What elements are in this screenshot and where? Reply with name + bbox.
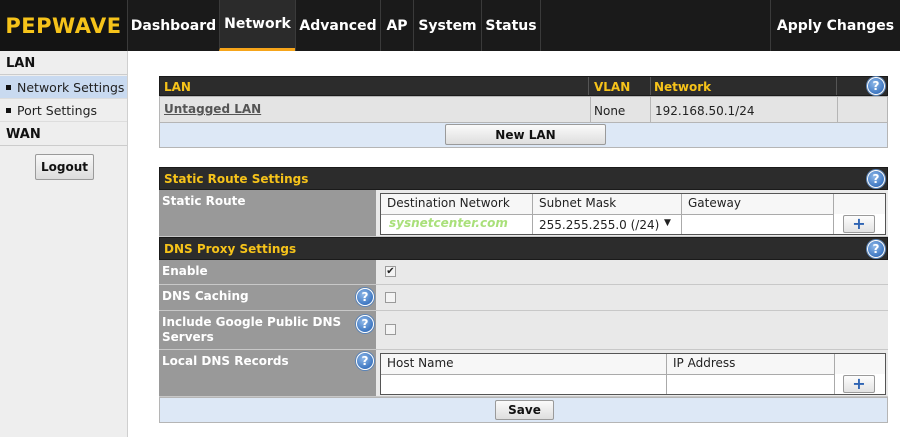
sidebar-heading-lan: LAN [0, 53, 127, 75]
column-header-action [834, 194, 885, 214]
dns-proxy-section-header: DNS Proxy Settings ? [159, 237, 888, 260]
local-dns-label-cell: Local DNS Records ? [159, 350, 376, 397]
help-icon[interactable]: ? [356, 288, 374, 306]
dns-caching-label: DNS Caching [162, 289, 249, 303]
enable-label: Enable [159, 260, 376, 285]
logout-button[interactable]: Logout [35, 154, 94, 180]
help-icon[interactable]: ? [356, 352, 374, 370]
static-route-table: Destination Network Subnet Mask Gateway … [380, 193, 886, 235]
column-header-action [835, 354, 885, 374]
help-icon[interactable]: ? [867, 240, 885, 258]
section-title: Static Route Settings [164, 172, 309, 186]
ip-address-input[interactable] [667, 374, 835, 394]
column-divider [837, 97, 838, 122]
top-navigation-bar: PEPWAVE Dashboard Network Advanced AP Sy… [0, 0, 900, 51]
google-dns-checkbox[interactable] [385, 324, 396, 335]
network-value: 192.168.50.1/24 [655, 104, 755, 118]
pepwave-logo: PEPWAVE [0, 0, 127, 51]
dns-caching-label-cell: DNS Caching ? [159, 285, 376, 311]
bullet-icon [6, 85, 11, 90]
column-divider [650, 97, 651, 122]
dns-caching-value-cell [376, 285, 888, 311]
vlan-value: None [594, 104, 626, 118]
sidebar-item-network-settings[interactable]: Network Settings [0, 76, 127, 99]
column-header-subnet-mask: Subnet Mask [533, 194, 682, 214]
chevron-down-icon: ▼ [664, 218, 671, 228]
enable-checkbox[interactable]: ✔ [385, 266, 396, 277]
watermark-text: sysnetcenter.com [389, 216, 508, 230]
tab-status[interactable]: Status [481, 0, 541, 51]
enable-value-cell: ✔ [376, 260, 888, 285]
subnet-mask-select[interactable]: 255.255.255.0 (/24) ▼ [533, 214, 682, 234]
column-divider [590, 97, 591, 122]
help-icon[interactable]: ? [867, 77, 885, 95]
column-header-gateway: Gateway [682, 194, 834, 214]
column-header-network: Network [654, 80, 712, 94]
save-button[interactable]: Save [495, 400, 554, 420]
lan-table-header: LAN VLAN Network ? [159, 76, 888, 96]
lan-name-link[interactable]: Untagged LAN [164, 102, 261, 116]
dns-caching-checkbox[interactable] [385, 292, 396, 303]
new-lan-button[interactable]: New LAN [445, 124, 606, 145]
column-divider [588, 77, 589, 95]
local-dns-label: Local DNS Records [162, 354, 289, 368]
sidebar-heading-wan[interactable]: WAN [0, 124, 127, 146]
column-header-ip-address: IP Address [667, 354, 835, 374]
help-icon[interactable]: ? [867, 170, 885, 188]
static-route-section-header: Static Route Settings ? [159, 167, 888, 190]
column-divider [836, 77, 837, 95]
add-dns-record-button[interactable]: + [843, 375, 875, 393]
add-route-button[interactable]: + [843, 215, 875, 233]
save-row: Save [159, 397, 888, 423]
table-row: Untagged LAN None 192.168.50.1/24 [159, 96, 888, 123]
tab-ap[interactable]: AP [380, 0, 413, 51]
google-dns-label-cell: Include Google Public DNS Servers ? [159, 311, 376, 350]
google-dns-value-cell [376, 311, 888, 350]
tab-system[interactable]: System [413, 0, 481, 51]
column-divider [650, 77, 651, 95]
column-header-host-name: Host Name [381, 354, 667, 374]
new-lan-row: New LAN [159, 123, 888, 148]
gateway-input[interactable] [682, 214, 834, 234]
bullet-icon [6, 108, 11, 113]
sidebar-item-port-settings[interactable]: Port Settings [0, 99, 127, 122]
local-dns-table: Host Name IP Address + [380, 353, 886, 395]
subnet-mask-value: 255.255.255.0 (/24) [539, 218, 660, 232]
column-header-lan: LAN [164, 80, 191, 94]
column-header-vlan: VLAN [594, 80, 631, 94]
tab-dashboard[interactable]: Dashboard [127, 0, 219, 51]
apply-changes-button[interactable]: Apply Changes [770, 0, 900, 51]
tab-network[interactable]: Network [219, 0, 295, 51]
sidebar-item-label: Network Settings [17, 80, 125, 95]
destination-network-input[interactable]: sysnetcenter.com [381, 214, 533, 234]
sidebar-item-label: Port Settings [17, 103, 98, 118]
tab-advanced[interactable]: Advanced [295, 0, 380, 51]
google-dns-label: Include Google Public DNS Servers [162, 315, 342, 344]
sidebar: LAN Network Settings Port Settings WAN L… [0, 51, 128, 437]
static-route-label: Static Route [159, 190, 376, 237]
column-header-destination-network: Destination Network [381, 194, 533, 214]
check-icon: ✔ [386, 266, 395, 277]
help-icon[interactable]: ? [356, 315, 374, 333]
section-title: DNS Proxy Settings [164, 242, 297, 256]
host-name-input[interactable] [381, 374, 667, 394]
